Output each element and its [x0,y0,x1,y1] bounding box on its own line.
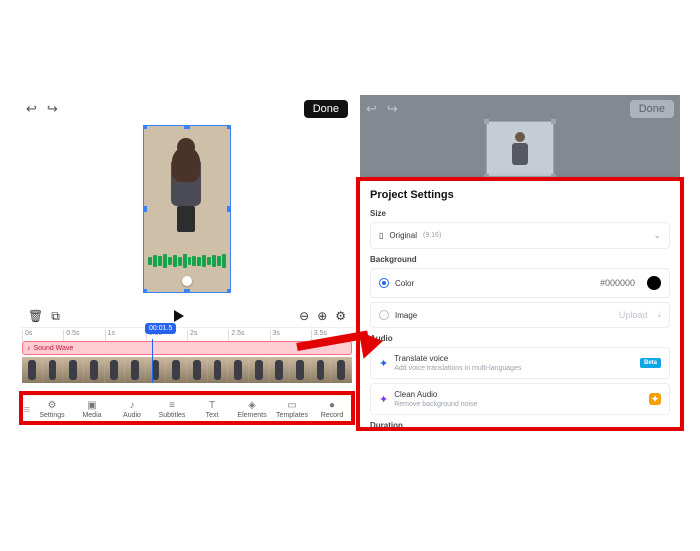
music-note-icon: ♪ [27,345,31,352]
text-icon: T [209,400,215,411]
redo-icon[interactable]: ↪ [47,101,58,117]
radio-color[interactable] [379,278,389,288]
bg-image-row[interactable]: Image Upload ⤓ [370,302,670,328]
subtitles-icon: ≡ [169,400,175,411]
premium-badge: ✦ [649,393,661,405]
media-icon: ▣ [87,400,96,411]
copy-icon[interactable]: ⧉ [51,309,60,324]
tab-settings[interactable]: ⚙Settings [32,400,72,419]
templates-icon: ▭ [287,400,296,411]
color-hex-value: #000000 [600,278,635,288]
trash-icon[interactable]: 🗑 [28,309,43,323]
video-clip-frame[interactable] [143,125,231,293]
redo-icon-dim: ↪ [387,101,398,117]
sheet-title: Project Settings [370,189,670,201]
size-selector[interactable]: ▯ Original (9:16) ⌄ [370,222,670,249]
playhead-time-badge[interactable]: 00:01.5 [145,323,176,334]
tab-templates[interactable]: ▭Templates [272,400,312,419]
section-background: Background [370,255,670,264]
tab-subtitles[interactable]: ≡Subtitles [152,400,192,419]
color-swatch-icon[interactable] [647,276,661,290]
video-subject [166,138,206,228]
radio-image[interactable] [379,310,389,320]
bg-color-row[interactable]: Color #000000 [370,268,670,298]
tab-audio[interactable]: ♪Audio [112,400,152,419]
play-overlay-icon[interactable] [182,276,192,286]
playback-row: 🗑 ⧉ ⊖ ⊕ ⚙ [20,305,354,327]
chevron-down-icon: ⌄ [653,230,661,241]
upload-action[interactable]: Upload [619,310,648,320]
drawer-handle-icon[interactable]: ≡ [22,404,32,416]
settings-gear-icon[interactable]: ⚙ [335,309,346,323]
audio-icon: ♪ [130,400,135,411]
video-track[interactable] [22,357,352,383]
tab-record[interactable]: ●Record [312,400,352,419]
play-button[interactable] [174,310,184,322]
done-button[interactable]: Done [304,100,348,118]
waveform-overlay [148,252,226,270]
settings-panel: ↩ ↪ Done Project Settings Size ▯ Original… [360,95,680,425]
zoom-out-icon[interactable]: ⊖ [299,309,309,323]
record-icon: ● [329,400,335,411]
timeline-tracks: ♪ Sound Wave [22,341,352,383]
elements-icon: ◈ [248,400,256,411]
translate-icon: ✦ [379,357,388,370]
upload-icon: ⤓ [657,310,661,320]
project-settings-sheet: Project Settings Size ▯ Original (9:16) … [358,179,682,429]
tab-text[interactable]: TText [192,400,232,419]
undo-icon-dim: ↩ [366,101,377,117]
tab-media[interactable]: ▣Media [72,400,112,419]
translate-voice-row[interactable]: ✦ Translate voice Add voice translations… [370,347,670,379]
beta-badge: Beta [640,358,661,368]
bottom-toolbar: ≡ ⚙Settings ▣Media ♪Audio ≡Subtitles TTe… [20,395,354,423]
preview-canvas[interactable] [20,123,354,303]
editor-panel: ↩ ↪ Done 🗑 ⧉ ⊖ [20,95,354,425]
clean-audio-row[interactable]: ✦ Clean Audio Remove background noise ✦ [370,383,670,415]
undo-icon[interactable]: ↩ [26,101,37,117]
clean-audio-icon: ✦ [379,393,388,406]
section-audio: Audio [370,334,670,343]
preview-canvas-dim [360,121,680,187]
section-size: Size [370,209,670,218]
aspect-icon: ▯ [379,231,383,240]
zoom-in-icon[interactable]: ⊕ [317,309,327,323]
timeline-ruler[interactable]: 0s 0.5s 1s 1.5s 2s 2.5s 3s 3.5s [20,327,354,341]
playhead-line[interactable] [152,339,153,383]
tab-elements[interactable]: ◈Elements [232,400,272,419]
section-duration: Duration [370,421,670,430]
done-button-dim: Done [630,100,674,118]
sound-wave-clip[interactable]: ♪ Sound Wave [22,341,352,355]
settings-icon: ⚙ [48,400,57,411]
editor-topbar: ↩ ↪ Done [20,95,354,123]
